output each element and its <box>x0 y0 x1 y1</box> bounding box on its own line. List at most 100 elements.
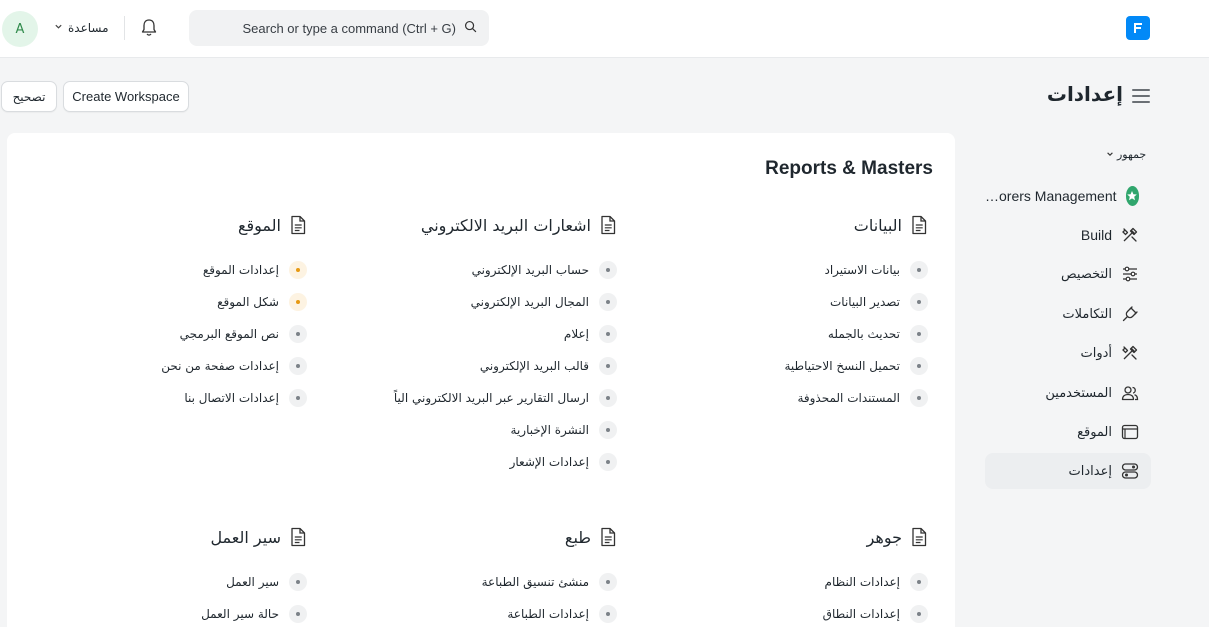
help-dropdown[interactable]: مساعدة <box>54 18 109 38</box>
bullet-dot <box>289 357 307 375</box>
link-print-format-builder[interactable]: منشئ تنسيق الطباعة <box>482 572 617 592</box>
sidebar-item-customization[interactable]: التخصيص <box>985 256 1151 292</box>
link-email-account[interactable]: حساب البريد الإلكتروني <box>472 260 617 280</box>
link-data-import[interactable]: بيانات الاستيراد <box>824 260 928 280</box>
bullet-dot <box>289 389 307 407</box>
create-workspace-button[interactable]: Create Workspace <box>63 81 189 112</box>
link-label: إعدادات صفحة من نحن <box>161 359 279 373</box>
bullet-dot <box>289 293 307 311</box>
link-bulk-update[interactable]: تحديث بالجمله <box>828 324 928 344</box>
link-domain-settings[interactable]: إعدادات النطاق <box>823 604 928 624</box>
link-label: حالة سير العمل <box>201 607 279 621</box>
link-label: ارسال التقارير عبر البريد الالكتروني الي… <box>393 391 589 405</box>
users-icon <box>1121 386 1139 401</box>
bullet-dot <box>910 605 928 623</box>
link-label: النشرة الإخبارية <box>510 423 589 437</box>
link-label: قالب البريد الإلكتروني <box>479 359 589 373</box>
link-download-backups[interactable]: تحميل النسخ الاحتياطية <box>784 356 928 376</box>
link-auto-email-report[interactable]: ارسال التقارير عبر البريد الالكتروني الي… <box>394 388 617 408</box>
link-label: إعدادات الاتصال بنا <box>184 391 279 405</box>
link-workflow[interactable]: سير العمل <box>226 572 307 592</box>
search-bar[interactable]: Search or type a command (Ctrl + G) <box>189 10 489 46</box>
document-icon <box>912 527 927 547</box>
bullet-dot <box>599 573 617 591</box>
sidebar-item-explorers-management[interactable]: …orers Management <box>985 178 1151 214</box>
bullet-dot <box>910 261 928 279</box>
link-contact-us-settings[interactable]: إعدادات الاتصال بنا <box>184 388 307 408</box>
link-notification[interactable]: إعلام <box>564 324 617 344</box>
document-icon <box>291 215 306 235</box>
link-email-domain[interactable]: المجال البريد الإلكتروني <box>471 292 617 312</box>
link-notification-settings[interactable]: إعدادات الإشعار <box>510 452 617 472</box>
document-icon <box>601 527 616 547</box>
link-label: إعدادات النظام <box>824 575 900 589</box>
tools-icon <box>1122 227 1138 242</box>
bullet-dot <box>910 357 928 375</box>
sidebar-item-label: التكاملات <box>1062 306 1112 322</box>
bullet-dot <box>599 261 617 279</box>
section-heading: البيانات <box>854 215 928 235</box>
link-data-export[interactable]: تصدير البيانات <box>830 292 928 312</box>
link-newsletter[interactable]: النشرة الإخبارية <box>511 420 617 440</box>
section-workflow: سير العمل سير العمل حالة سير العمل <box>7 527 307 627</box>
bell-icon[interactable] <box>140 18 158 38</box>
document-icon <box>291 527 306 547</box>
bullet-dot <box>289 325 307 343</box>
sidebar-item-settings[interactable]: إعدادات <box>985 453 1151 489</box>
link-label: حساب البريد الإلكتروني <box>471 263 589 277</box>
workspace-switcher-label: جمهور <box>1117 148 1147 161</box>
link-website-settings[interactable]: إعدادات الموقع <box>203 260 307 280</box>
link-label: بيانات الاستيراد <box>824 263 901 277</box>
bullet-dot <box>599 453 617 471</box>
link-label: إعلام <box>563 327 589 341</box>
frappe-logo-icon <box>1134 23 1142 33</box>
section-printing: طبع منشئ تنسيق الطباعة إعدادات الطباعة <box>317 527 617 627</box>
sidebar-item-users[interactable]: المستخدمين <box>985 375 1151 411</box>
user-avatar[interactable]: A <box>2 11 38 47</box>
bullet-dot <box>599 293 617 311</box>
bullet-dot <box>910 325 928 343</box>
section-heading: طبع <box>565 527 617 547</box>
bullet-dot <box>910 293 928 311</box>
section-core: جوهر إعدادات النظام إعدادات النطاق <box>628 527 928 627</box>
bullet-dot <box>289 605 307 623</box>
sidebar-item-build[interactable]: Build <box>985 217 1151 253</box>
link-label: منشئ تنسيق الطباعة <box>481 575 589 589</box>
section-heading-label: البيانات <box>853 215 902 235</box>
link-label: تحديث بالجمله <box>827 327 900 341</box>
link-label: إعدادات الموقع <box>202 263 279 277</box>
section-heading-label: طبع <box>564 527 591 547</box>
tools-icon <box>1122 345 1138 360</box>
section-website: الموقع إعدادات الموقع شكل الموقع نص المو… <box>7 215 307 415</box>
link-label: سير العمل <box>226 575 279 589</box>
section-data: البيانات بيانات الاستيراد تصدير البيانات… <box>628 215 928 415</box>
section-heading-label: سير العمل <box>210 527 281 547</box>
link-website-script[interactable]: نص الموقع البرمجي <box>180 324 307 344</box>
top-navbar: A مساعدة Search or type a command (Ctrl … <box>0 0 1209 58</box>
sidebar-item-integrations[interactable]: التكاملات <box>985 296 1151 332</box>
navbar-divider <box>124 16 125 40</box>
section-heading-label: اشعارات البريد الالكتروني <box>420 215 591 235</box>
link-deleted-documents[interactable]: المستندات المحذوفة <box>797 388 928 408</box>
section-heading-label: جوهر <box>866 527 902 547</box>
star-icon <box>1125 186 1139 206</box>
link-print-settings[interactable]: إعدادات الطباعة <box>507 604 617 624</box>
sidebar-item-tools[interactable]: أدوات <box>985 335 1151 371</box>
app-logo[interactable] <box>1126 16 1150 40</box>
bullet-dot <box>910 573 928 591</box>
link-system-settings[interactable]: إعدادات النظام <box>825 572 928 592</box>
section-heading: سير العمل <box>210 527 307 547</box>
link-website-theme[interactable]: شكل الموقع <box>217 292 307 312</box>
bullet-dot <box>599 357 617 375</box>
sidebar-toggle-icon[interactable] <box>1132 89 1150 103</box>
search-icon <box>464 20 477 36</box>
workspace-card: Reports & Masters البيانات بيانات الاستي… <box>7 133 955 627</box>
link-workflow-state[interactable]: حالة سير العمل <box>201 604 307 624</box>
sidebar-item-label: إعدادات <box>1068 463 1112 479</box>
link-about-us-settings[interactable]: إعدادات صفحة من نحن <box>161 356 307 376</box>
fix-button[interactable]: تصحيح <box>1 81 57 112</box>
link-email-template[interactable]: قالب البريد الإلكتروني <box>480 356 617 376</box>
sidebar-item-website[interactable]: الموقع <box>985 414 1151 450</box>
workspace-switcher[interactable]: جمهور <box>1106 148 1146 161</box>
section-email: اشعارات البريد الالكتروني حساب البريد ال… <box>317 215 617 475</box>
